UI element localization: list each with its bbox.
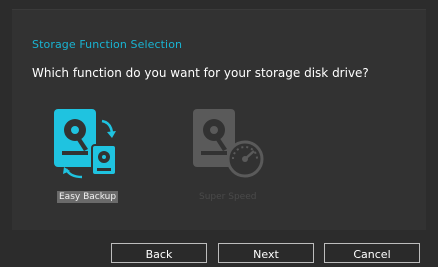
question-text: Which function do you want for your stor… — [32, 66, 369, 80]
backup-drive-icon — [54, 109, 117, 179]
option-label-super-speed: Super Speed — [199, 192, 257, 202]
dialog-title: Storage Function Selection — [32, 38, 183, 51]
speed-drive-icon — [193, 109, 264, 178]
back-button[interactable]: Back — [111, 243, 207, 263]
setup-wizard-window: Storage Function Selection Which functio… — [0, 0, 438, 267]
option-label-easy-backup: Easy Backup — [57, 191, 119, 203]
cancel-button[interactable]: Cancel — [324, 243, 420, 263]
option-easy-backup[interactable]: Easy Backup — [48, 107, 128, 211]
next-button[interactable]: Next — [218, 243, 314, 263]
option-super-speed: Super Speed — [185, 107, 280, 211]
